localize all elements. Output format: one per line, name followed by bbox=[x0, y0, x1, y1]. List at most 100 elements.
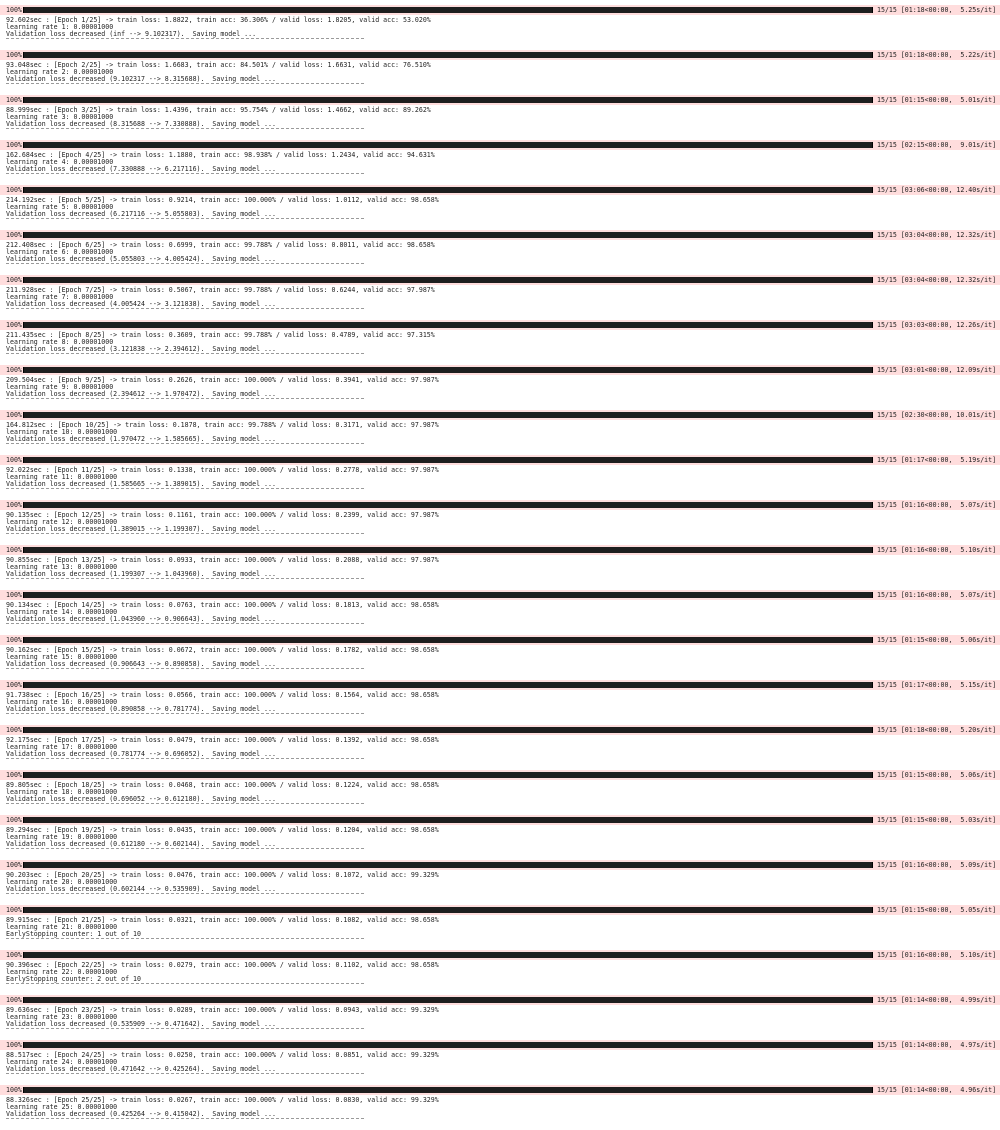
progress-row: 100% 15/15 [01:18<00:00, 5.22s/it] bbox=[0, 50, 1000, 60]
progress-bar bbox=[23, 367, 873, 373]
progress-percent: 100% bbox=[6, 366, 22, 374]
progress-row: 100% 15/15 [01:18<00:00, 5.20s/it] bbox=[0, 725, 1000, 735]
separator-line bbox=[6, 893, 364, 894]
separator-line bbox=[6, 308, 364, 309]
progress-percent: 100% bbox=[6, 456, 22, 464]
progress-bar bbox=[23, 97, 873, 103]
progress-bar bbox=[23, 142, 873, 148]
separator-line bbox=[6, 1118, 364, 1119]
epoch-block: 100% 15/15 [01:16<00:00, 5.09s/it] 90.20… bbox=[0, 860, 1000, 905]
progress-stats: 15/15 [01:14<00:00, 4.96s/it] bbox=[877, 1086, 997, 1094]
progress-bar bbox=[23, 457, 873, 463]
progress-row: 100% 15/15 [03:03<00:00, 12.26s/it] bbox=[0, 320, 1000, 330]
training-log-output: 100% 15/15 [01:18<00:00, 5.25s/it] 92.60… bbox=[0, 0, 1000, 1124]
progress-row: 100% 15/15 [02:15<00:00, 9.01s/it] bbox=[0, 140, 1000, 150]
epoch-block: 100% 15/15 [01:18<00:00, 5.22s/it] 93.04… bbox=[0, 50, 1000, 95]
separator-line bbox=[6, 758, 364, 759]
progress-percent: 100% bbox=[6, 861, 22, 869]
progress-stats: 15/15 [03:04<00:00, 12.32s/it] bbox=[877, 231, 997, 239]
separator-line bbox=[6, 218, 364, 219]
progress-bar bbox=[23, 592, 873, 598]
separator-line bbox=[6, 848, 364, 849]
separator-line bbox=[6, 983, 364, 984]
progress-percent: 100% bbox=[6, 681, 22, 689]
epoch-block: 100% 15/15 [01:16<00:00, 5.10s/it] 90.85… bbox=[0, 545, 1000, 590]
progress-row: 100% 15/15 [01:15<00:00, 5.06s/it] bbox=[0, 635, 1000, 645]
progress-row: 100% 15/15 [01:16<00:00, 5.09s/it] bbox=[0, 860, 1000, 870]
progress-stats: 15/15 [02:15<00:00, 9.01s/it] bbox=[877, 141, 997, 149]
separator-line bbox=[6, 623, 364, 624]
progress-stats: 15/15 [03:04<00:00, 12.32s/it] bbox=[877, 276, 997, 284]
progress-row: 100% 15/15 [01:14<00:00, 4.97s/it] bbox=[0, 1040, 1000, 1050]
separator-line bbox=[6, 533, 364, 534]
epoch-block: 100% 15/15 [01:18<00:00, 5.25s/it] 92.60… bbox=[0, 5, 1000, 50]
progress-stats: 15/15 [01:16<00:00, 5.10s/it] bbox=[877, 951, 997, 959]
progress-bar bbox=[23, 637, 873, 643]
progress-percent: 100% bbox=[6, 951, 22, 959]
epoch-block: 100% 15/15 [01:17<00:00, 5.19s/it] 92.02… bbox=[0, 455, 1000, 500]
progress-bar bbox=[23, 502, 873, 508]
progress-bar bbox=[23, 1042, 873, 1048]
progress-row: 100% 15/15 [03:01<00:00, 12.09s/it] bbox=[0, 365, 1000, 375]
progress-bar bbox=[23, 187, 873, 193]
separator-line bbox=[6, 803, 364, 804]
progress-stats: 15/15 [01:16<00:00, 5.09s/it] bbox=[877, 861, 997, 869]
progress-row: 100% 15/15 [01:16<00:00, 5.07s/it] bbox=[0, 500, 1000, 510]
progress-percent: 100% bbox=[6, 51, 22, 59]
progress-row: 100% 15/15 [01:15<00:00, 5.03s/it] bbox=[0, 815, 1000, 825]
progress-percent: 100% bbox=[6, 141, 22, 149]
progress-row: 100% 15/15 [01:17<00:00, 5.15s/it] bbox=[0, 680, 1000, 690]
separator-line bbox=[6, 713, 364, 714]
progress-percent: 100% bbox=[6, 591, 22, 599]
progress-stats: 15/15 [01:16<00:00, 5.07s/it] bbox=[877, 501, 997, 509]
progress-percent: 100% bbox=[6, 501, 22, 509]
progress-row: 100% 15/15 [03:04<00:00, 12.32s/it] bbox=[0, 275, 1000, 285]
progress-stats: 15/15 [02:30<00:00, 10.01s/it] bbox=[877, 411, 997, 419]
progress-bar bbox=[23, 952, 873, 958]
progress-row: 100% 15/15 [01:15<00:00, 5.05s/it] bbox=[0, 905, 1000, 915]
progress-bar bbox=[23, 412, 873, 418]
progress-row: 100% 15/15 [01:15<00:00, 5.01s/it] bbox=[0, 95, 1000, 105]
epoch-block: 100% 15/15 [01:15<00:00, 5.05s/it] 89.91… bbox=[0, 905, 1000, 950]
progress-row: 100% 15/15 [01:17<00:00, 5.19s/it] bbox=[0, 455, 1000, 465]
separator-line bbox=[6, 263, 364, 264]
epoch-block: 100% 15/15 [01:16<00:00, 5.07s/it] 90.13… bbox=[0, 500, 1000, 545]
epoch-block: 100% 15/15 [03:03<00:00, 12.26s/it] 211.… bbox=[0, 320, 1000, 365]
progress-stats: 15/15 [01:17<00:00, 5.15s/it] bbox=[877, 681, 997, 689]
progress-stats: 15/15 [03:03<00:00, 12.26s/it] bbox=[877, 321, 997, 329]
progress-stats: 15/15 [01:16<00:00, 5.07s/it] bbox=[877, 591, 997, 599]
progress-bar bbox=[23, 322, 873, 328]
progress-percent: 100% bbox=[6, 186, 22, 194]
progress-percent: 100% bbox=[6, 6, 22, 14]
progress-row: 100% 15/15 [01:14<00:00, 4.99s/it] bbox=[0, 995, 1000, 1005]
epoch-block: 100% 15/15 [01:16<00:00, 5.10s/it] 90.39… bbox=[0, 950, 1000, 995]
progress-row: 100% 15/15 [03:06<00:00, 12.40s/it] bbox=[0, 185, 1000, 195]
separator-line bbox=[6, 128, 364, 129]
epoch-block: 100% 15/15 [01:15<00:00, 5.06s/it] 89.80… bbox=[0, 770, 1000, 815]
epoch-block: 100% 15/15 [01:14<00:00, 4.99s/it] 89.63… bbox=[0, 995, 1000, 1040]
progress-bar bbox=[23, 772, 873, 778]
progress-stats: 15/15 [01:15<00:00, 5.06s/it] bbox=[877, 636, 997, 644]
progress-percent: 100% bbox=[6, 231, 22, 239]
progress-stats: 15/15 [03:01<00:00, 12.09s/it] bbox=[877, 366, 997, 374]
progress-stats: 15/15 [01:15<00:00, 5.05s/it] bbox=[877, 906, 997, 914]
progress-stats: 15/15 [01:16<00:00, 5.10s/it] bbox=[877, 546, 997, 554]
progress-stats: 15/15 [01:18<00:00, 5.22s/it] bbox=[877, 51, 997, 59]
progress-percent: 100% bbox=[6, 411, 22, 419]
epoch-block: 100% 15/15 [02:30<00:00, 10.01s/it] 164.… bbox=[0, 410, 1000, 455]
progress-percent: 100% bbox=[6, 96, 22, 104]
progress-bar bbox=[23, 52, 873, 58]
progress-stats: 15/15 [01:18<00:00, 5.20s/it] bbox=[877, 726, 997, 734]
progress-percent: 100% bbox=[6, 321, 22, 329]
progress-stats: 15/15 [01:14<00:00, 4.97s/it] bbox=[877, 1041, 997, 1049]
progress-row: 100% 15/15 [01:18<00:00, 5.25s/it] bbox=[0, 5, 1000, 15]
separator-line bbox=[6, 1073, 364, 1074]
progress-percent: 100% bbox=[6, 276, 22, 284]
progress-bar bbox=[23, 817, 873, 823]
separator-line bbox=[6, 443, 364, 444]
progress-stats: 15/15 [01:15<00:00, 5.03s/it] bbox=[877, 816, 997, 824]
separator-line bbox=[6, 83, 364, 84]
separator-line bbox=[6, 173, 364, 174]
epoch-block: 100% 15/15 [01:14<00:00, 4.96s/it] 88.32… bbox=[0, 1085, 1000, 1130]
epoch-block: 100% 15/15 [01:15<00:00, 5.06s/it] 90.16… bbox=[0, 635, 1000, 680]
